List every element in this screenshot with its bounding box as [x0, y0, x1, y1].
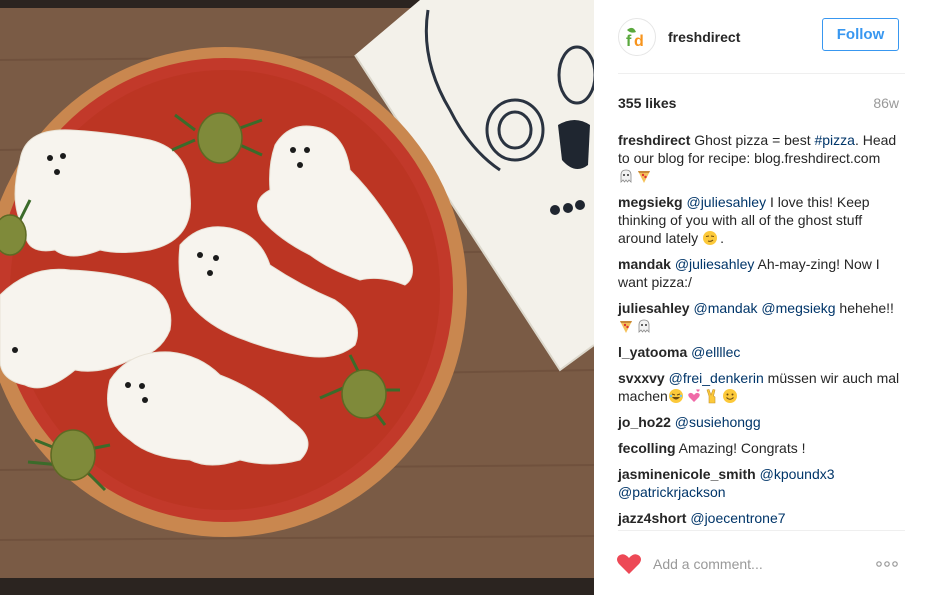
ghost-pizza-photo — [0, 0, 594, 595]
mention-link[interactable]: @susiehongg — [675, 414, 761, 430]
mention-link[interactable]: @megsiekg — [761, 300, 835, 316]
comment-username[interactable]: fecolling — [618, 440, 676, 456]
mention-link[interactable]: @mandak — [693, 300, 757, 316]
smile-emoji-icon — [722, 389, 737, 403]
comment-text: hehehe!! — [835, 300, 894, 316]
comment-suffix: . — [720, 230, 724, 246]
laughing-emoji-icon — [668, 389, 683, 403]
add-comment-input[interactable] — [653, 553, 853, 575]
comment: jo_ho22 @susiehongg — [618, 413, 901, 431]
ghost-emoji-icon — [638, 319, 650, 333]
ghost-emoji-icon — [620, 169, 632, 183]
comment: mandak @juliesahley Ah-may-zing! Now I w… — [618, 255, 901, 291]
post-username[interactable]: freshdirect — [668, 29, 740, 45]
comment: fecolling Amazing! Congrats ! — [618, 439, 901, 457]
comment-username[interactable]: jazz4short — [618, 510, 686, 526]
svg-text:f: f — [626, 33, 632, 48]
mention-link[interactable]: @frei_denkerin — [669, 370, 764, 386]
smirk-emoji-icon — [703, 231, 718, 245]
instagram-post: f d freshdirect Follow 355 likes 86w fre… — [0, 0, 929, 595]
post-sidebar: f d freshdirect Follow 355 likes 86w fre… — [594, 0, 929, 595]
comment: svxxvy @frei_denkerin müssen wir auch ma… — [618, 369, 901, 405]
comment-username[interactable]: megsiekg — [618, 194, 683, 210]
pizza-emoji-icon — [638, 171, 650, 183]
comment: megsiekg @juliesahley I love this! Keep … — [618, 193, 901, 247]
post-photo — [0, 0, 594, 595]
comment: jazz4short @joecentrone7 — [618, 509, 901, 527]
comment: juliesahley @mandak @megsiekg hehehe!! — [618, 299, 901, 335]
mention-link[interactable]: @ellllec — [691, 344, 740, 360]
svg-text:d: d — [634, 33, 644, 48]
post-header: f d freshdirect Follow — [618, 0, 905, 74]
comment-username[interactable]: l_yatooma — [618, 344, 687, 360]
comment: jasminenicole_smith @kpoundx3 @patrickrj… — [618, 465, 901, 501]
caption-text: Ghost pizza = best — [690, 132, 815, 148]
mention-link[interactable]: @kpoundx3 — [760, 466, 835, 482]
comments-list: freshdirect Ghost pizza = best #pizza. H… — [618, 131, 901, 535]
likes-count[interactable]: 355 likes — [618, 95, 676, 111]
like-heart-icon[interactable] — [616, 553, 642, 575]
follow-button[interactable]: Follow — [822, 18, 899, 51]
mention-link[interactable]: @joecentrone7 — [690, 510, 785, 526]
comment-username[interactable]: jo_ho22 — [618, 414, 671, 430]
comment-username[interactable]: svxxvy — [618, 370, 665, 386]
comment: l_yatooma @ellllec — [618, 343, 901, 361]
comment-username[interactable]: juliesahley — [618, 300, 690, 316]
mention-link[interactable]: @juliesahley — [675, 256, 755, 272]
comment-username[interactable]: jasminenicole_smith — [618, 466, 756, 482]
comment-bar — [616, 530, 905, 596]
mention-link[interactable]: @juliesahley — [686, 194, 766, 210]
mention-link[interactable]: @patrickrjackson — [618, 484, 726, 500]
caption: freshdirect Ghost pizza = best #pizza. H… — [618, 131, 901, 185]
comment-username[interactable]: freshdirect — [618, 132, 690, 148]
hashtag-link[interactable]: #pizza — [814, 132, 854, 148]
avatar[interactable]: f d — [618, 17, 656, 56]
post-age[interactable]: 86w — [873, 95, 899, 111]
victory-hand-emoji-icon — [706, 389, 716, 404]
more-options-icon[interactable] — [875, 559, 899, 569]
hearts-emoji-icon — [688, 389, 700, 402]
comment-text: Amazing! Congrats ! — [675, 440, 806, 456]
comment-username[interactable]: mandak — [618, 256, 671, 272]
pizza-emoji-icon — [620, 321, 632, 333]
post-stats: 355 likes 86w — [618, 94, 899, 112]
freshdirect-logo-icon: f d — [626, 27, 644, 48]
